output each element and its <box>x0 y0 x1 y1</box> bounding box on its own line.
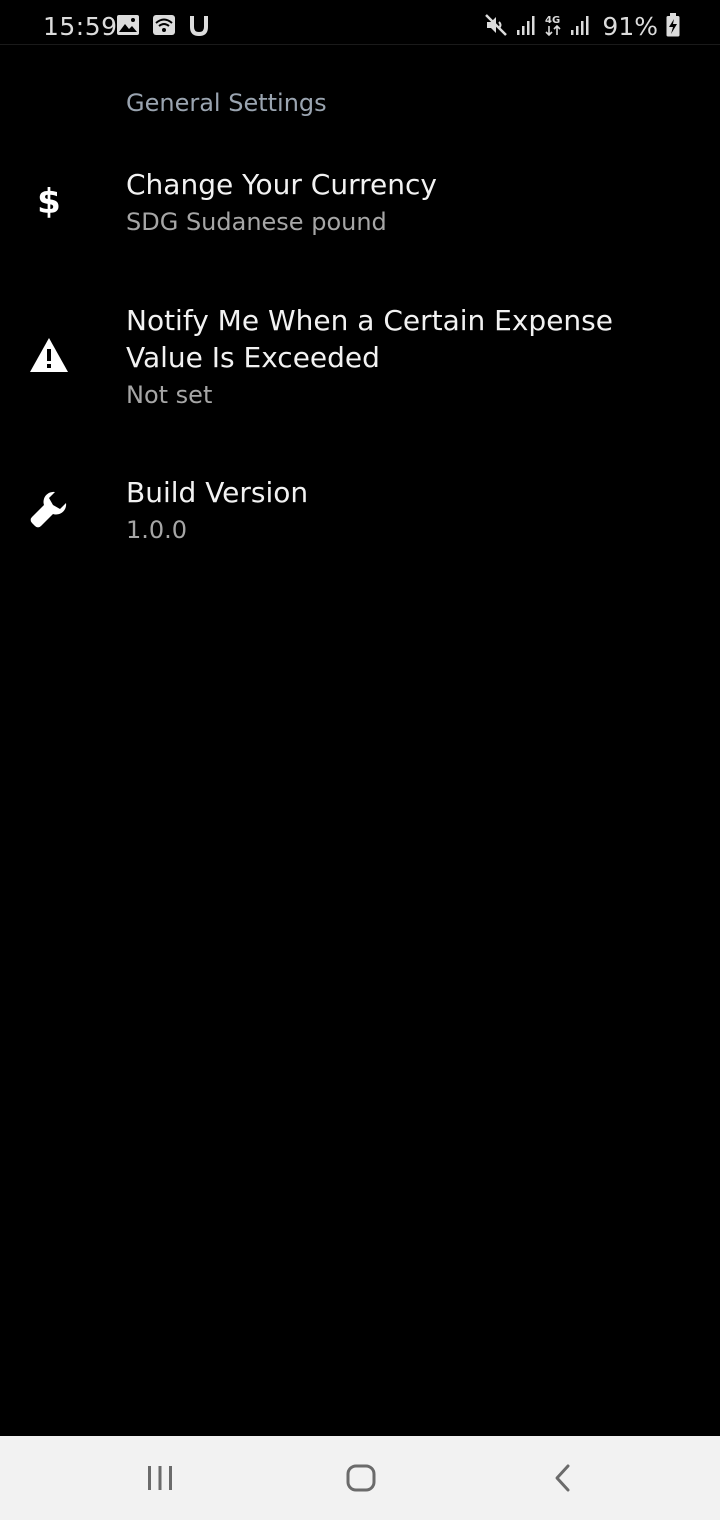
preference-summary: 1.0.0 <box>126 516 188 544</box>
battery-percent: 91% <box>602 12 658 41</box>
preference-summary: Not set <box>126 381 213 409</box>
preference-expense-limit-notification[interactable]: Notify Me When a Certain Expense Value I… <box>0 284 720 430</box>
home-button[interactable] <box>339 1458 383 1498</box>
status-system-icons: 4G 91% <box>484 10 680 44</box>
navigation-bar <box>0 1436 720 1520</box>
signal-icon-2 <box>570 14 590 40</box>
preference-text: Notify Me When a Certain Expense Value I… <box>126 302 696 412</box>
status-bar: 15:59 4G 91% <box>0 0 720 45</box>
settings-screen: 15:59 4G 91% General Settings $ Change Y… <box>0 0 720 1520</box>
preference-title: Change Your Currency <box>126 168 437 201</box>
status-notification-icons <box>116 14 210 40</box>
section-header-general-settings: General Settings <box>126 89 327 117</box>
svg-text:4G: 4G <box>545 15 560 26</box>
preference-change-currency[interactable]: $ Change Your Currency SDG Sudanese poun… <box>0 150 720 262</box>
wrench-icon <box>28 488 70 530</box>
mute-icon <box>484 13 508 41</box>
wifi-calling-icon <box>152 14 176 40</box>
signal-icon <box>516 14 536 40</box>
home-icon <box>346 1464 376 1492</box>
recent-apps-button[interactable] <box>138 1458 182 1498</box>
status-time: 15:59 <box>43 12 118 41</box>
preference-text: Change Your Currency SDG Sudanese pound <box>126 166 696 239</box>
4g-data-icon: 4G <box>544 13 562 41</box>
warning-icon <box>28 334 70 376</box>
preference-text: Build Version 1.0.0 <box>126 474 696 547</box>
dollar-icon: $ <box>37 182 61 222</box>
image-icon <box>116 14 140 40</box>
preference-title: Build Version <box>126 476 309 509</box>
u-app-icon <box>188 14 210 40</box>
preference-title: Notify Me When a Certain Expense Value I… <box>126 304 613 374</box>
preference-summary: SDG Sudanese pound <box>126 208 387 236</box>
back-chevron-icon <box>555 1464 570 1492</box>
battery-charging-icon <box>666 13 680 41</box>
back-button[interactable] <box>541 1458 585 1498</box>
preference-build-version[interactable]: Build Version 1.0.0 <box>0 456 720 568</box>
recent-apps-icon <box>148 1466 172 1490</box>
